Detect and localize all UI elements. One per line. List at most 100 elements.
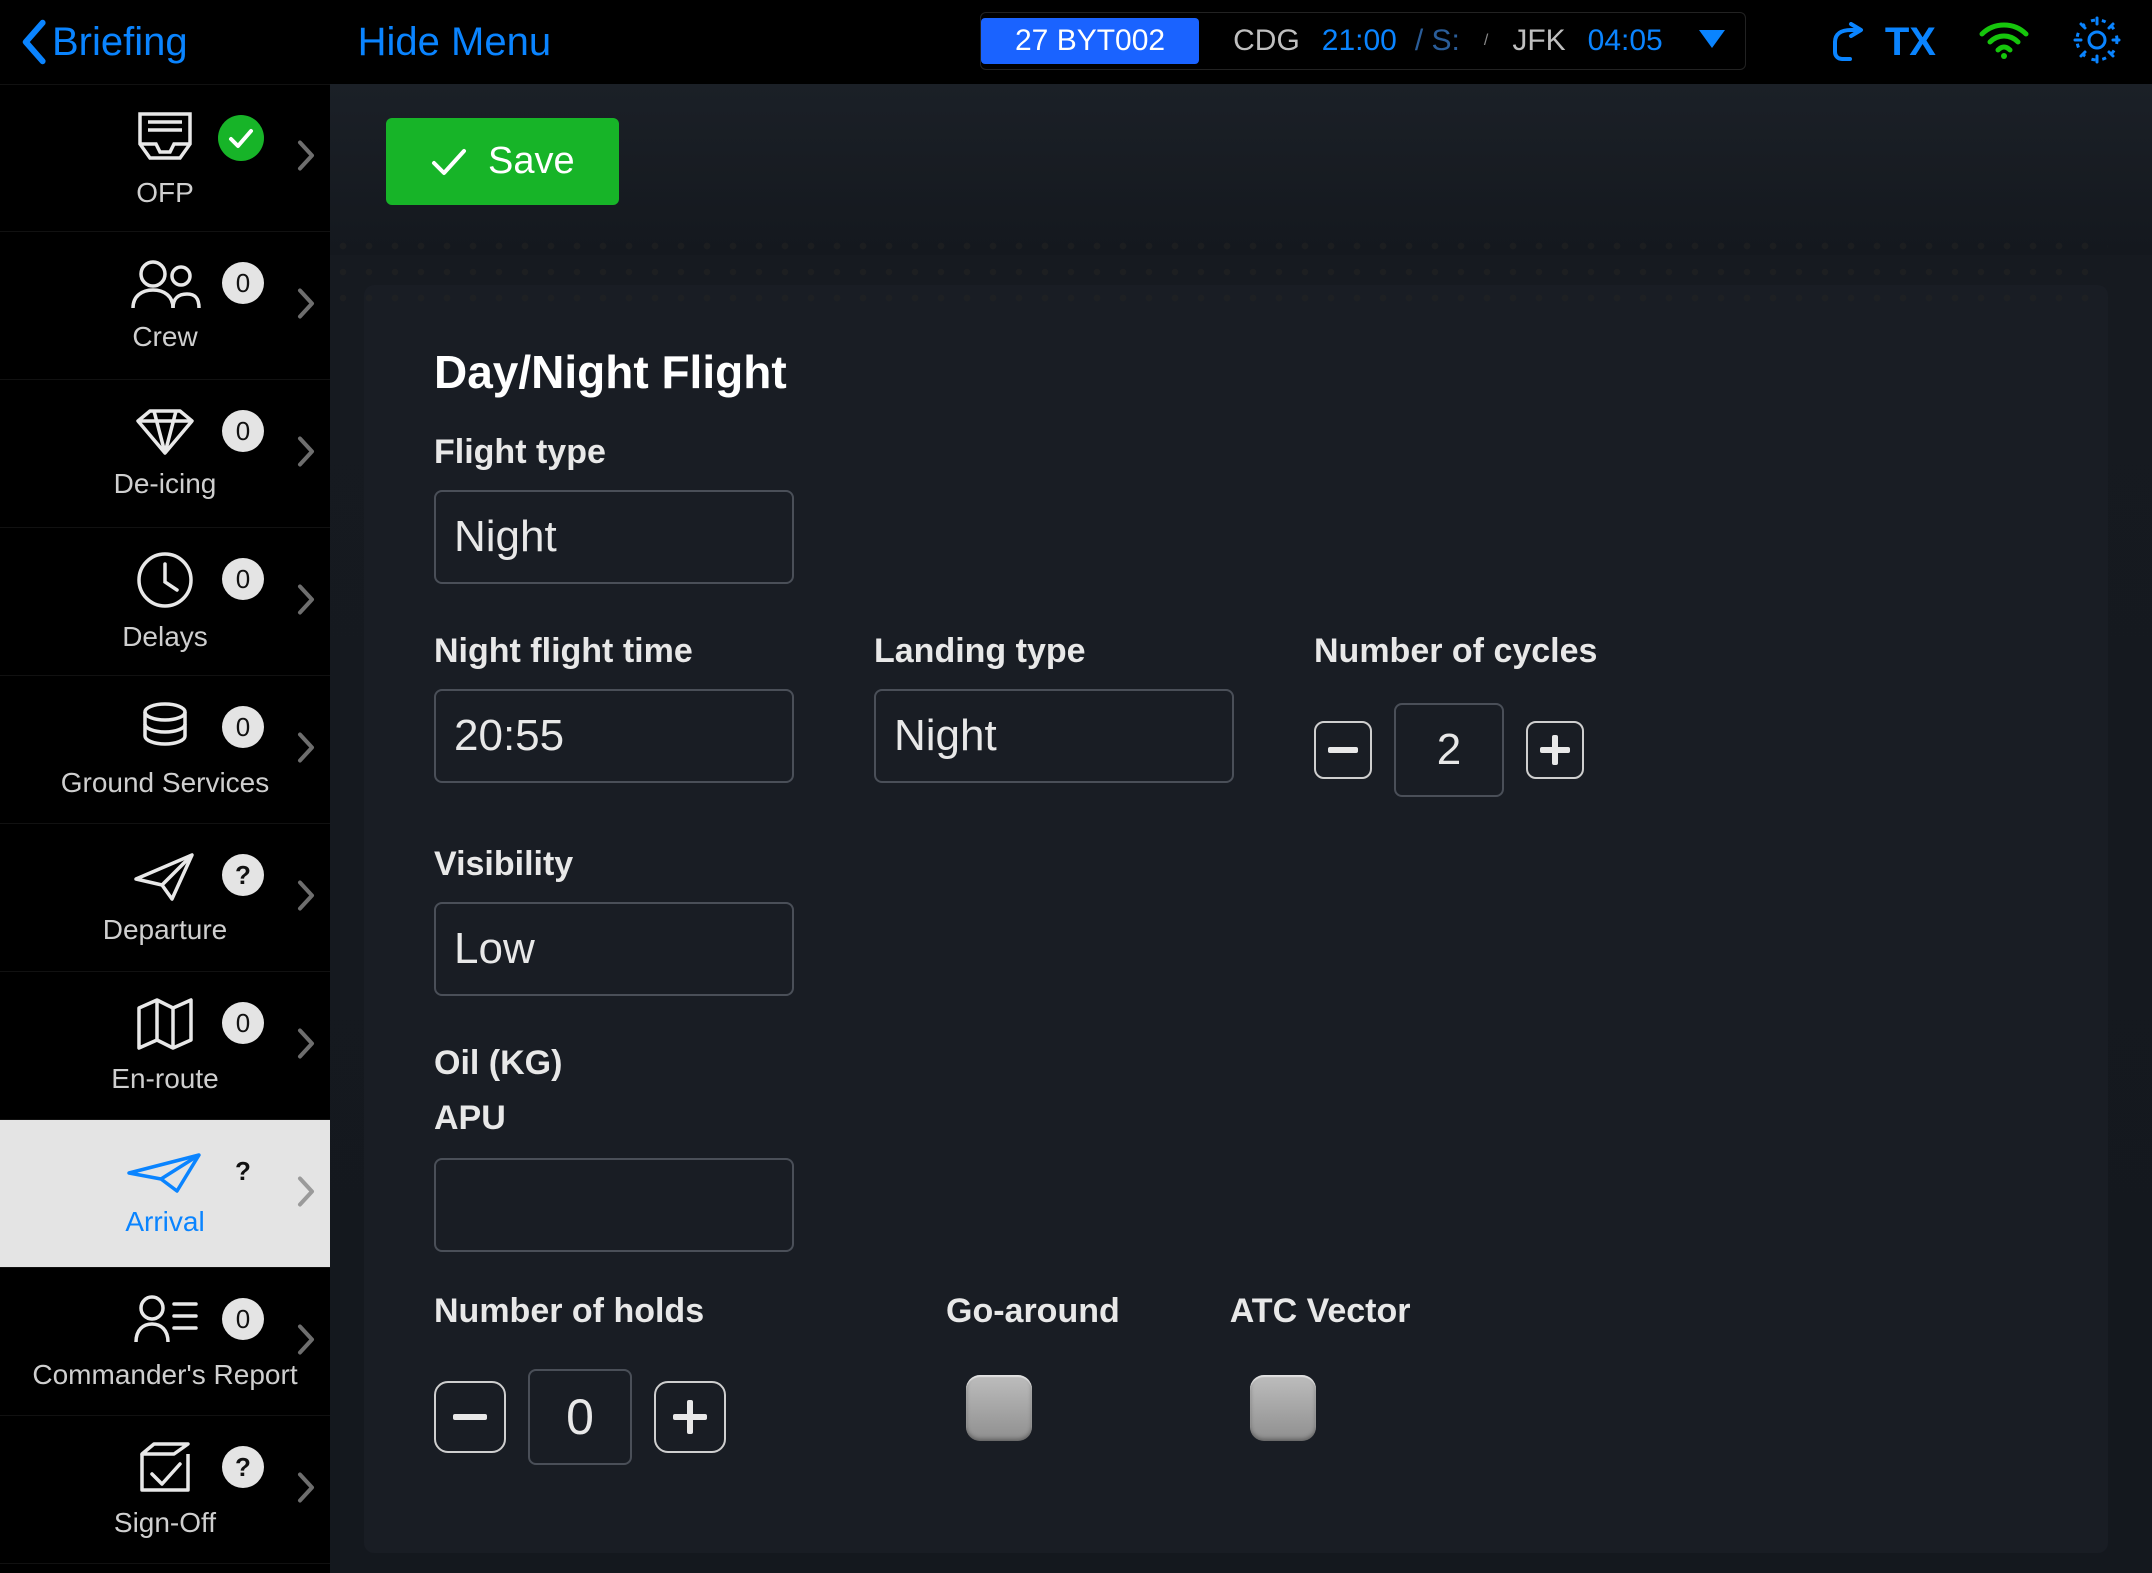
panel-title: Day/Night Flight bbox=[434, 345, 2038, 399]
save-label: Save bbox=[488, 140, 575, 183]
sidebar-item-label: Sign-Off bbox=[114, 1507, 216, 1539]
night-time-input[interactable] bbox=[434, 689, 794, 783]
flight-type-input[interactable] bbox=[434, 490, 794, 584]
sidebar-item-label: De-icing bbox=[114, 468, 217, 500]
chevron-left-icon bbox=[18, 18, 48, 66]
chevron-right-icon bbox=[296, 730, 316, 769]
cycles-increment-button[interactable] bbox=[1526, 721, 1584, 779]
sidebar-item-label: Delays bbox=[122, 621, 208, 653]
count-badge: 0 bbox=[222, 262, 264, 304]
back-label: Briefing bbox=[52, 20, 188, 65]
night-time-label: Night flight time bbox=[434, 632, 794, 671]
plus-icon bbox=[673, 1400, 707, 1434]
dep-suffix: / S: bbox=[1409, 24, 1466, 58]
chevron-right-icon bbox=[296, 434, 316, 473]
holds-increment-button[interactable] bbox=[654, 1381, 726, 1453]
save-button[interactable]: Save bbox=[386, 118, 619, 205]
chevron-right-icon bbox=[296, 878, 316, 917]
sidebar-item-label: Commander's Report bbox=[32, 1359, 297, 1391]
sidebar-item-label: OFP bbox=[136, 177, 194, 209]
sidebar-item-crew[interactable]: Crew 0 bbox=[0, 232, 330, 380]
chevron-right-icon bbox=[296, 1322, 316, 1361]
tx-label: TX bbox=[1885, 20, 1936, 65]
cycles-label: Number of cycles bbox=[1314, 632, 1597, 671]
sidebar-item-label: Crew bbox=[132, 321, 197, 353]
back-button[interactable]: Briefing bbox=[0, 18, 188, 66]
deicing-diamond-icon bbox=[130, 407, 200, 462]
count-badge: 0 bbox=[222, 558, 264, 600]
sidebar-item-ground[interactable]: Ground Services 0 bbox=[0, 676, 330, 824]
sidebar-item-deicing[interactable]: De-icing 0 bbox=[0, 380, 330, 528]
question-badge: ? bbox=[222, 854, 264, 896]
go-around-checkbox[interactable] bbox=[966, 1375, 1032, 1441]
plus-icon bbox=[1540, 735, 1570, 765]
holds-stepper: 0 bbox=[434, 1369, 726, 1465]
dep-time: 21:00 bbox=[1316, 24, 1403, 58]
dep-airport: CDG bbox=[1227, 24, 1306, 58]
apu-input[interactable] bbox=[434, 1158, 794, 1252]
sidebar-item-label: Arrival bbox=[125, 1206, 204, 1238]
sidebar-item-label: En-route bbox=[111, 1063, 218, 1095]
arr-airport: JFK bbox=[1506, 24, 1571, 58]
cycles-value[interactable]: 2 bbox=[1394, 703, 1504, 797]
holds-value[interactable]: 0 bbox=[528, 1369, 632, 1465]
holds-label: Number of holds bbox=[434, 1292, 726, 1331]
minus-icon bbox=[1328, 747, 1358, 753]
sidebar-item-delays[interactable]: Delays 0 bbox=[0, 528, 330, 676]
sidebar-item-arrival[interactable]: Arrival ? bbox=[0, 1120, 330, 1268]
sidebar-item-label: Departure bbox=[103, 914, 228, 946]
chevron-right-icon bbox=[296, 139, 316, 178]
enroute-map-icon bbox=[133, 996, 197, 1057]
sidebar-item-ofp[interactable]: OFP bbox=[0, 84, 330, 232]
commander-report-icon bbox=[130, 1292, 200, 1353]
holds-decrement-button[interactable] bbox=[434, 1381, 506, 1453]
separator: / bbox=[1484, 32, 1488, 50]
question-badge: ? bbox=[222, 1150, 264, 1192]
oil-label: Oil (KG) bbox=[434, 1044, 562, 1083]
hide-menu-button[interactable]: Hide Menu bbox=[358, 20, 551, 65]
departure-paperplane-icon bbox=[132, 849, 198, 908]
check-badge bbox=[218, 115, 264, 161]
settings-gear-icon[interactable] bbox=[2072, 15, 2122, 70]
signoff-checkbox-icon bbox=[134, 1440, 196, 1501]
form-panel: Day/Night Flight Flight type Night fligh… bbox=[364, 285, 2108, 1553]
landing-type-input[interactable] bbox=[874, 689, 1234, 783]
visibility-label: Visibility bbox=[434, 845, 794, 884]
transmit-button[interactable]: TX bbox=[1829, 20, 1936, 65]
sidebar-item-label: Ground Services bbox=[61, 767, 270, 799]
chevron-right-icon bbox=[296, 582, 316, 621]
chevron-right-icon bbox=[296, 1470, 316, 1509]
caret-down-icon[interactable] bbox=[1697, 28, 1727, 55]
go-around-label: Go-around bbox=[946, 1292, 1120, 1331]
wifi-icon bbox=[1978, 20, 2030, 65]
visibility-input[interactable] bbox=[434, 902, 794, 996]
chevron-right-icon bbox=[296, 286, 316, 325]
flight-info-strip[interactable]: 27 BYT002 CDG 21:00 / S: / JFK 04:05 bbox=[980, 12, 1746, 70]
ofp-tray-icon bbox=[130, 108, 200, 171]
main-area: Save Day/Night Flight Flight type Night … bbox=[330, 84, 2152, 1573]
count-badge: 0 bbox=[222, 1002, 264, 1044]
cycles-stepper: 2 bbox=[1314, 703, 1597, 797]
sidebar-item-signoff[interactable]: Sign-Off ? bbox=[0, 1416, 330, 1564]
sidebar-item-enroute[interactable]: En-route 0 bbox=[0, 972, 330, 1120]
question-badge: ? bbox=[222, 1446, 264, 1488]
count-badge: 0 bbox=[222, 410, 264, 452]
sidebar-item-commander[interactable]: Commander's Report 0 bbox=[0, 1268, 330, 1416]
apu-label: APU bbox=[434, 1099, 506, 1138]
ground-services-stack-icon bbox=[137, 700, 193, 761]
chevron-right-icon bbox=[296, 1174, 316, 1213]
sidebar-item-departure[interactable]: Departure ? bbox=[0, 824, 330, 972]
count-badge: 0 bbox=[222, 1298, 264, 1340]
count-badge: 0 bbox=[222, 706, 264, 748]
crew-people-icon bbox=[129, 258, 201, 315]
minus-icon bbox=[453, 1414, 487, 1420]
sidebar: OFP Crew 0 De-icing 0 De bbox=[0, 84, 330, 1573]
atc-vector-checkbox[interactable] bbox=[1250, 1375, 1316, 1441]
chevron-right-icon bbox=[296, 1026, 316, 1065]
arr-time: 04:05 bbox=[1582, 24, 1669, 58]
delays-clock-icon bbox=[135, 550, 195, 615]
cycles-decrement-button[interactable] bbox=[1314, 721, 1372, 779]
landing-type-label: Landing type bbox=[874, 632, 1234, 671]
flight-number-pill[interactable]: 27 BYT002 bbox=[981, 18, 1199, 64]
flight-type-label: Flight type bbox=[434, 433, 794, 472]
